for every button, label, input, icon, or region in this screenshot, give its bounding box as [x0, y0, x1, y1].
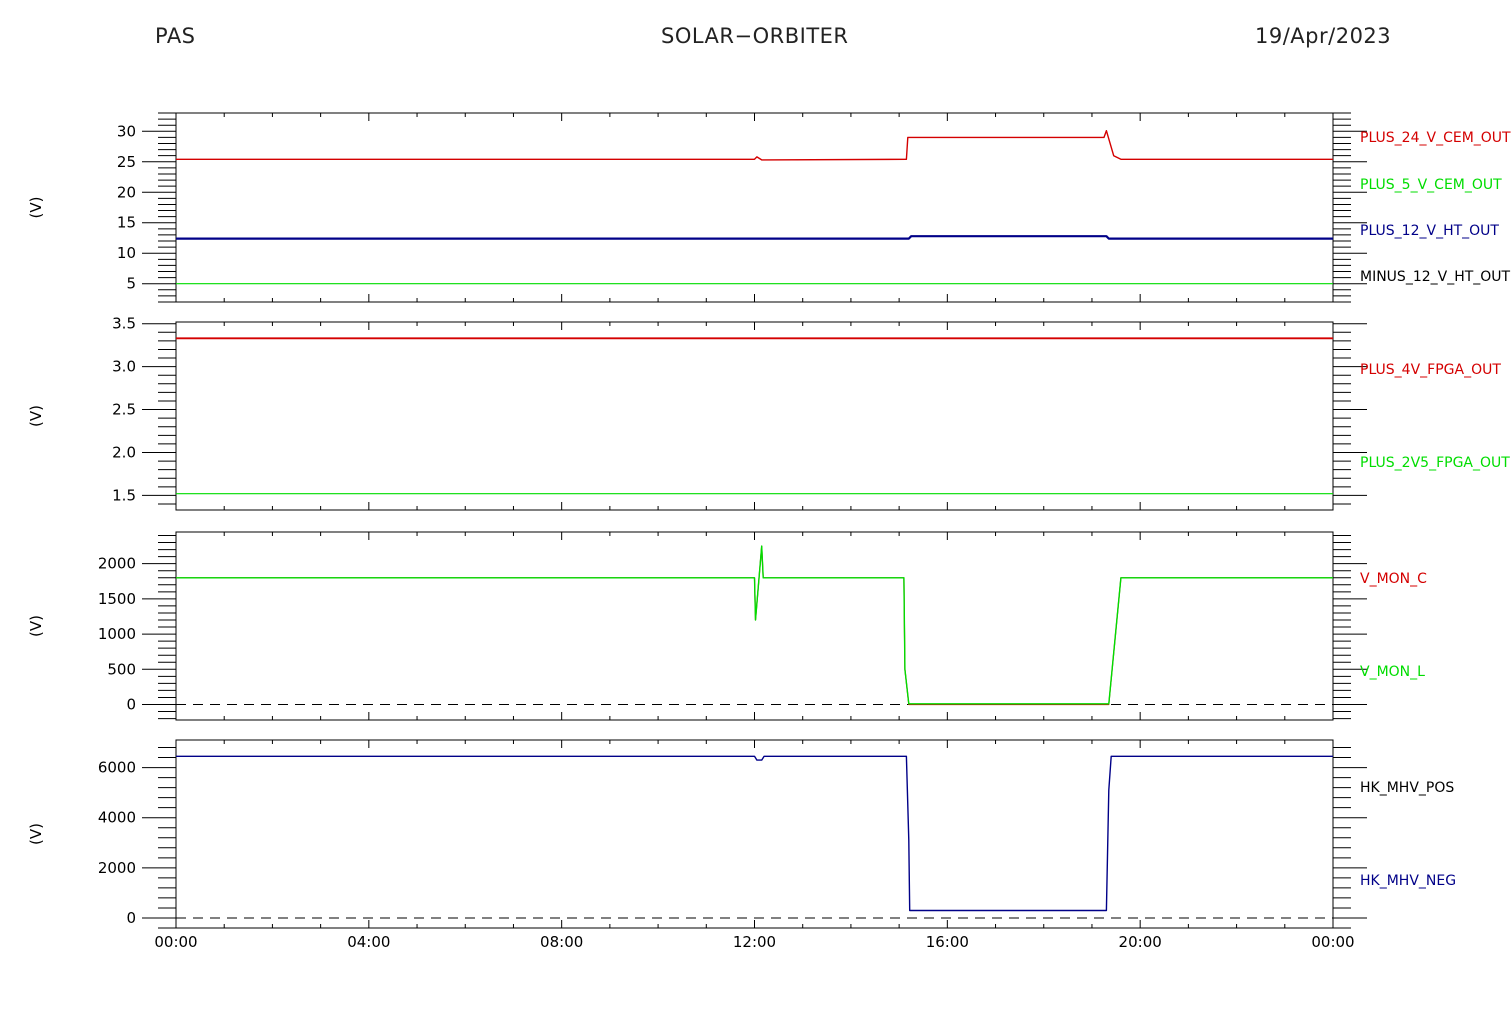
x-tick-label: 12:00 [733, 933, 776, 951]
y-tick-label: 10 [117, 244, 136, 262]
y-axis-label: (V) [27, 615, 45, 637]
series-line-hk-mhv-neg [176, 755, 1333, 912]
legend-plus-12-v-ht-out: PLUS_12_V_HT_OUT [1360, 223, 1499, 239]
y-tick-label: 6000 [98, 759, 136, 777]
y-tick-label: 500 [107, 660, 136, 678]
y-axis-label: (V) [27, 197, 45, 219]
panel-frame [175, 739, 1334, 929]
y-tick-label: 2000 [98, 555, 136, 573]
y-tick-label: 25 [117, 153, 136, 171]
panel-frame [175, 531, 1334, 721]
panel-frame [175, 321, 1334, 511]
y-tick-label: 5 [126, 275, 136, 293]
legend-v-mon-c: V_MON_C [1360, 571, 1427, 587]
y-tick-label: 4000 [98, 809, 136, 827]
legend-minus-12-v-ht-out: MINUS_12_V_HT_OUT [1360, 269, 1511, 285]
legend-plus-2v5-fpga-out: PLUS_2V5_FPGA_OUT [1360, 455, 1510, 471]
y-tick-label: 3.5 [112, 315, 136, 333]
legend-v-mon-l: V_MON_L [1360, 664, 1425, 680]
panel-frame [175, 112, 1334, 303]
y-axis-label: (V) [27, 405, 45, 427]
series-line-v-mon-l [176, 545, 1333, 705]
y-tick-label: 30 [117, 122, 136, 140]
x-tick-label: 04:00 [347, 933, 390, 951]
legend-hk-mhv-pos: HK_MHV_POS [1360, 780, 1454, 796]
y-tick-label: 3.0 [112, 358, 136, 376]
legend-plus-24-v-cem-out: PLUS_24_V_CEM_OUT [1360, 130, 1511, 146]
x-tick-label: 00:00 [154, 933, 197, 951]
y-tick-label: 20 [117, 183, 136, 201]
legend-hk-mhv-neg: HK_MHV_NEG [1360, 873, 1456, 889]
y-tick-label: 0 [126, 696, 136, 714]
y-tick-label: 2.0 [112, 443, 136, 461]
y-tick-label: 0 [126, 909, 136, 927]
housekeeping-plots: 5 10 15 20 25 30 (V) PLUS_24_V_CEM_OUT PLUS_5_V_… [27, 112, 1511, 951]
series-line-plus-12-v-ht-out [176, 235, 1333, 240]
legend-plus-4v-fpga-out: PLUS_4V_FPGA_OUT [1360, 362, 1501, 378]
series-line-v-mon-c [176, 545, 1333, 706]
x-tick-label: 08:00 [540, 933, 583, 951]
y-tick-label: 2.5 [112, 401, 136, 419]
series-line-plus-24-v-cem-out [176, 130, 1333, 161]
x-tick-label: 00:00 [1311, 933, 1354, 951]
x-tick-label: 20:00 [1119, 933, 1162, 951]
y-axis-label: (V) [27, 823, 45, 845]
x-tick-label: 16:00 [926, 933, 969, 951]
y-tick-label: 1500 [98, 590, 136, 608]
y-tick-label: 1000 [98, 625, 136, 643]
y-tick-label: 15 [117, 214, 136, 232]
y-tick-label: 1.5 [112, 486, 136, 504]
y-tick-label: 2000 [98, 859, 136, 877]
legend-plus-5-v-cem-out: PLUS_5_V_CEM_OUT [1360, 177, 1502, 193]
